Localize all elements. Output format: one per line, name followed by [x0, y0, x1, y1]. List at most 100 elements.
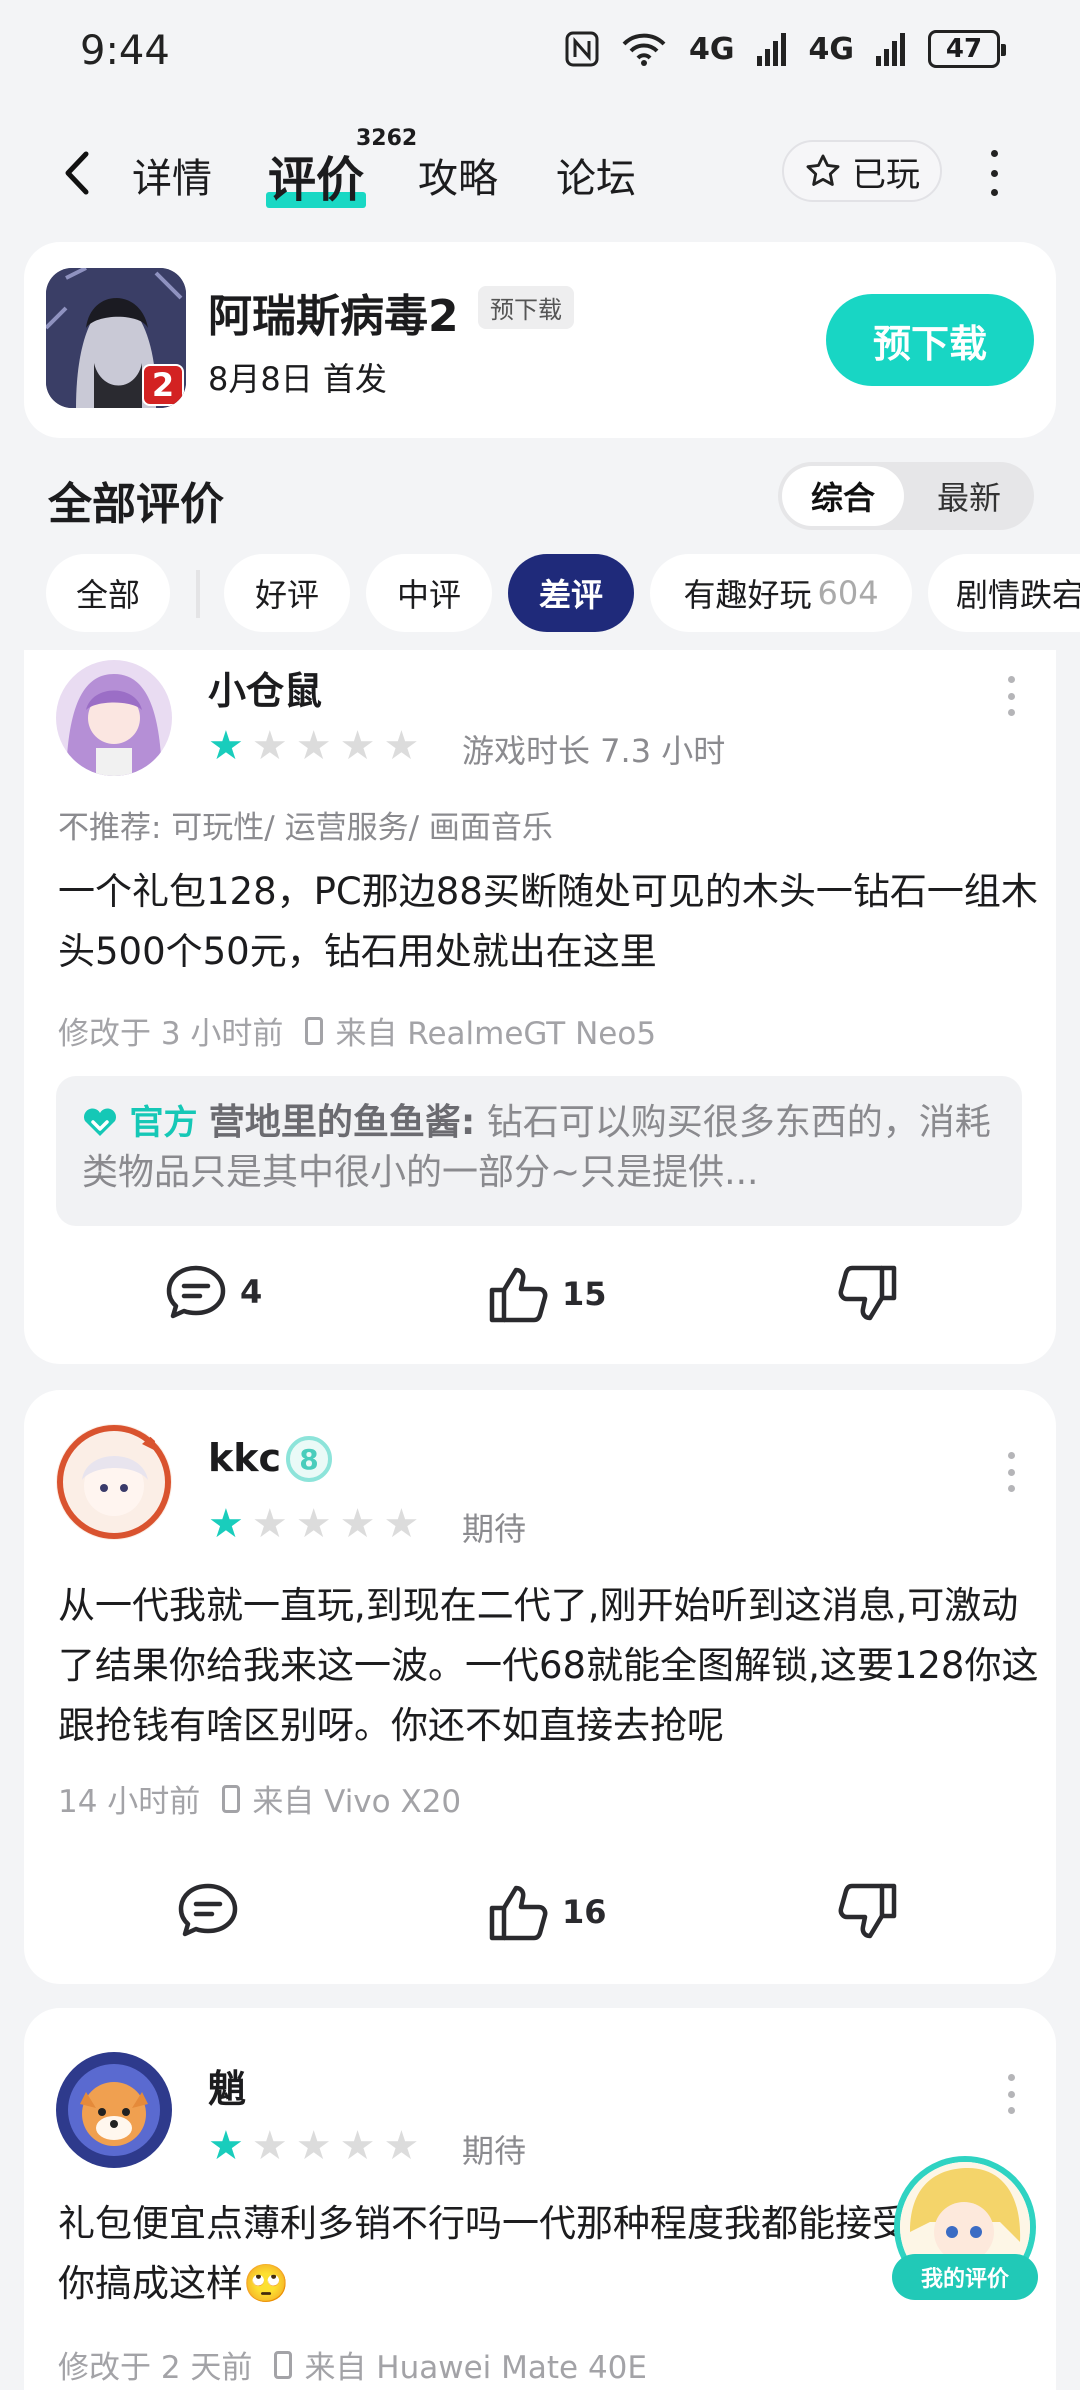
thumbs-down-icon	[838, 1883, 897, 1939]
filter-chip-all[interactable]: 全部	[46, 554, 170, 632]
filter-chip-positive[interactable]: 好评	[224, 554, 350, 632]
official-name: 营地里的鱼鱼酱	[208, 1102, 461, 1143]
comment-count: 4	[240, 1273, 263, 1311]
play-status: 期待	[462, 2132, 527, 2170]
like-button[interactable]: 15	[488, 1264, 607, 1324]
review-device: 来自 RealmeGT Neo5	[335, 1016, 657, 1052]
filter-chip-fun[interactable]: 有趣好玩 604	[650, 554, 912, 632]
review-username[interactable]: 小仓鼠	[208, 660, 322, 715]
filter-chip-neutral[interactable]: 中评	[366, 554, 492, 632]
game-icon: 2	[46, 268, 186, 408]
rating-stars: ★ ★ ★ ★ ★	[208, 726, 419, 766]
battery-indicator: 47	[928, 30, 1006, 68]
release-date: 8月8日 首发	[208, 360, 387, 398]
tab-reviews[interactable]: 评价	[266, 140, 367, 210]
dislike-button[interactable]	[836, 1264, 898, 1324]
filter-chip-story[interactable]: 剧情跌宕	[928, 554, 1080, 632]
star-icon: ★	[339, 2123, 376, 2169]
phone-icon	[274, 2350, 293, 2379]
review-time: 修改于 2 天前	[58, 2350, 253, 2386]
user-level-badge: 8	[286, 1436, 332, 1482]
game-title: 阿瑞斯病毒2	[208, 291, 459, 342]
review-more-icon[interactable]	[1008, 2074, 1016, 2114]
star-icon: ★	[251, 723, 288, 769]
review-meta: 修改于 3 小时前 来自 RealmeGT Neo5	[58, 1008, 656, 1053]
tab-details[interactable]: 详情	[132, 146, 212, 204]
play-status: 期待	[462, 1510, 527, 1548]
review-username[interactable]: 魈	[208, 2058, 246, 2113]
rating-stars: ★ ★ ★ ★ ★	[208, 1504, 419, 1544]
star-icon: ★	[295, 2123, 332, 2169]
thumbs-up-icon	[489, 1267, 548, 1323]
top-nav: 详情 评价 3262 攻略 论坛 已玩	[0, 120, 1080, 230]
review-tags: 不推荐: 可玩性/ 运营服务/ 画面音乐	[58, 810, 553, 846]
review-content[interactable]: 一个礼包128，PC那边88买断随处可见的木头一钻石一组木头500个50元，钻石…	[58, 862, 1048, 982]
star-icon: ★	[251, 2123, 288, 2169]
rating-stars: ★ ★ ★ ★ ★	[208, 2126, 419, 2166]
star-icon: ★	[251, 1501, 288, 1547]
filter-chip-fun-label: 有趣好玩	[683, 576, 812, 614]
tab-reviews-label: 评价	[268, 152, 365, 208]
status-time: 9:44	[80, 28, 170, 74]
star-outline-icon	[806, 154, 840, 186]
review-actions: 16	[24, 1882, 1056, 1962]
review-more-icon[interactable]	[1008, 1452, 1016, 1492]
phone-icon	[222, 1784, 241, 1813]
review-actions: 4 15	[24, 1264, 1056, 1344]
review-username[interactable]: kkc	[208, 1436, 281, 1480]
game-sequel-badge: 2	[142, 364, 184, 406]
star-icon: ★	[208, 2123, 244, 2169]
review-more-icon[interactable]	[1008, 676, 1016, 716]
like-button[interactable]: 16	[488, 1882, 607, 1942]
more-options-icon[interactable]	[984, 150, 1004, 196]
game-card[interactable]: 2 阿瑞斯病毒2 预下载 8月8日 首发 预下载	[24, 242, 1056, 438]
avatar[interactable]	[56, 2052, 172, 2168]
chip-divider	[196, 570, 200, 618]
sort-option-comprehensive[interactable]: 综合	[782, 466, 904, 526]
review-device: 来自 Huawei Mate 40E	[304, 2350, 647, 2386]
filter-chip-negative[interactable]: 差评	[508, 554, 634, 632]
my-review-label[interactable]: 我的评价	[892, 2254, 1038, 2300]
played-button[interactable]: 已玩	[782, 140, 942, 202]
dislike-button[interactable]	[836, 1882, 898, 1942]
network-type-a: 4G	[689, 31, 735, 67]
review-content[interactable]: 从一代我就一直玩,到现在二代了,刚开始听到这消息,可激动了结果你给我来这一波。一…	[58, 1576, 1048, 1756]
official-separator: :	[460, 1102, 476, 1143]
review-meta: 14 小时前 来自 Vivo X20	[58, 1776, 461, 1821]
like-count: 16	[562, 1893, 607, 1931]
reviews-section-title: 全部评价	[48, 479, 224, 530]
predownload-button[interactable]: 预下载	[826, 294, 1034, 386]
official-label: 官方	[129, 1103, 198, 1143]
comment-button[interactable]	[176, 1882, 252, 1938]
avatar-image	[56, 2052, 172, 2168]
review-card: kkc 8 ★ ★ ★ ★ ★ 期待 从一代我就一直玩,到现在二代了,刚开始听到这消息,…	[24, 1390, 1056, 1984]
review-time: 14 小时前	[58, 1784, 201, 1820]
star-icon: ★	[208, 723, 244, 769]
sort-option-latest[interactable]: 最新	[908, 466, 1030, 526]
signal-icon	[756, 33, 786, 66]
review-time: 修改于 3 小时前	[58, 1016, 284, 1052]
thumbs-up-icon	[489, 1885, 548, 1941]
comment-button[interactable]: 4	[164, 1264, 262, 1320]
star-icon: ★	[339, 723, 376, 769]
review-card: 小仓鼠 ★ ★ ★ ★ ★ 游戏时长 7.3 小时 不推荐: 可玩性/ 运营服务/ 画面…	[24, 650, 1056, 1364]
network-type-b: 4G	[808, 31, 855, 67]
played-label: 已玩	[852, 154, 920, 195]
star-icon: ★	[339, 1501, 376, 1547]
avatar[interactable]	[56, 660, 172, 776]
tab-forum[interactable]: 论坛	[556, 146, 636, 204]
comment-icon	[178, 1883, 238, 1937]
avatar[interactable]	[56, 1424, 172, 1540]
tab-guides[interactable]: 攻略	[418, 146, 498, 204]
official-reply[interactable]: 官方 营地里的鱼鱼酱: 钻石可以购买很多东西的，消耗类物品只是其中很小的一部分~…	[56, 1076, 1022, 1226]
official-heart-icon	[84, 1108, 116, 1136]
star-icon: ★	[383, 2123, 420, 2169]
filter-chips: 全部 好评 中评 差评 有趣好玩 604 剧情跌宕	[0, 552, 1080, 634]
predownload-tag: 预下载	[478, 286, 574, 329]
avatar-image	[56, 660, 172, 776]
avatar-image	[56, 1424, 172, 1540]
back-arrow-icon[interactable]	[58, 148, 94, 198]
play-time: 游戏时长 7.3 小时	[462, 732, 726, 770]
star-icon: ★	[295, 1501, 332, 1547]
phone-icon	[305, 1016, 324, 1045]
